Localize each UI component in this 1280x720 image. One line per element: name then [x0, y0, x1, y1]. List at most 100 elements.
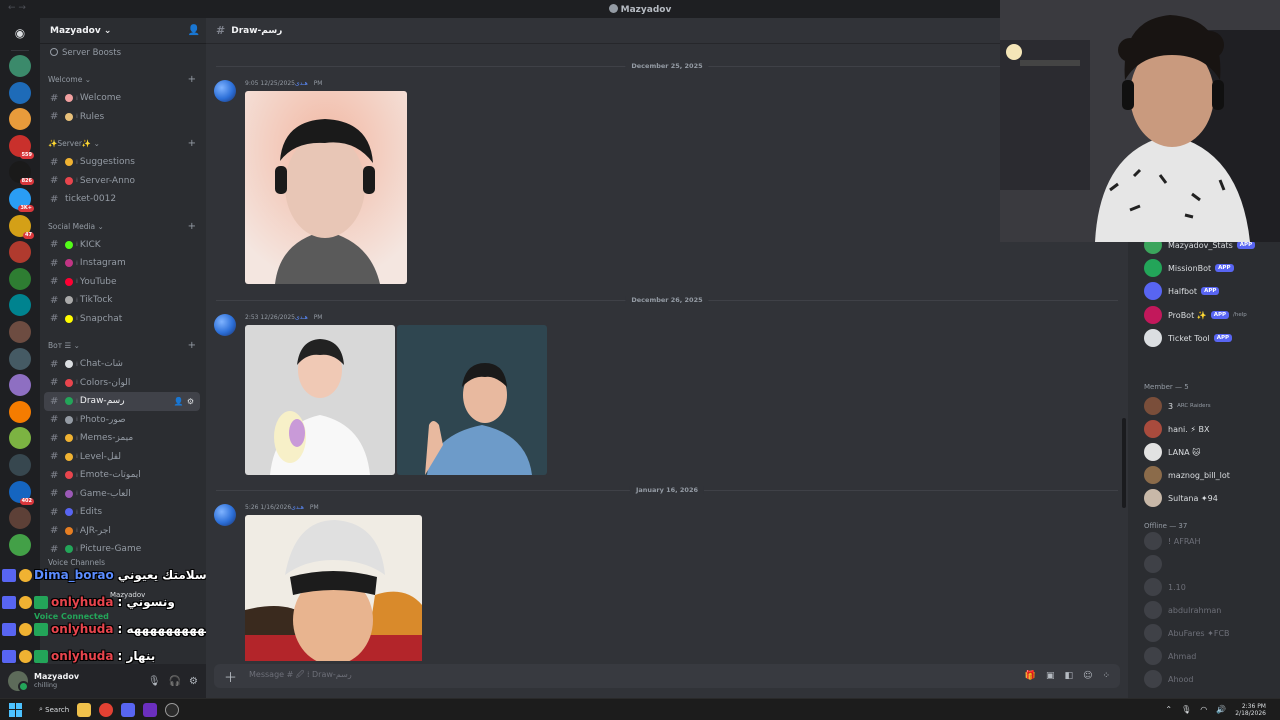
apps-icon[interactable]: ⁘ — [1102, 671, 1110, 681]
message-author[interactable]: هـدى — [295, 314, 308, 321]
channel-item[interactable]: # ⁞ Rules — [44, 108, 200, 127]
drawing-attachment[interactable] — [245, 325, 395, 475]
server-icon-5[interactable]: 826 — [9, 161, 34, 186]
server-icon-12[interactable] — [9, 347, 31, 370]
server-icon-2[interactable] — [9, 81, 31, 104]
server-icon-6[interactable]: 3K+ — [9, 187, 34, 212]
server-icon-10[interactable] — [9, 294, 31, 317]
chat-scrollbar[interactable] — [1122, 418, 1126, 508]
member-offline[interactable] — [1144, 555, 1168, 573]
channel-item[interactable]: # ⁞ YouTube — [44, 273, 200, 292]
server-header[interactable]: Mazyadov ⌄ 👤 — [40, 18, 206, 44]
user-panel-name[interactable]: Mazyadov — [34, 672, 140, 681]
server-icon-18[interactable] — [9, 507, 31, 530]
emoji-icon[interactable]: ☺ — [1083, 671, 1092, 681]
add-attachment-icon[interactable]: ＋ — [224, 667, 237, 686]
member-offline[interactable]: 1.10 — [1144, 578, 1186, 596]
channel-item[interactable]: # ⁞ Draw-رسم 👤 ⚙ — [44, 392, 200, 411]
channel-item[interactable]: # ⁞ Server-Anno — [44, 172, 200, 191]
channel-category[interactable]: Social Media ⌄ + — [40, 209, 206, 236]
add-channel-icon[interactable]: + — [188, 221, 196, 232]
channel-item[interactable]: # ⁞ Welcome — [44, 89, 200, 108]
member-offline[interactable]: Ahood — [1144, 670, 1193, 688]
message-author[interactable]: هـدى — [291, 504, 304, 511]
microphone-icon[interactable]: 🎙 — [148, 676, 161, 687]
gif-icon[interactable]: ▣ — [1046, 671, 1055, 681]
system-clock[interactable]: 2:36 PM 2/18/2026 — [1235, 703, 1266, 717]
channel-item[interactable]: # ⁞ Emote-ايموتات — [44, 466, 200, 485]
channel-item[interactable]: # ⁞ Level-لفل — [44, 448, 200, 467]
server-icon-7[interactable]: 47 — [9, 214, 34, 239]
discord-home-icon[interactable]: ◉ — [6, 22, 34, 44]
channel-item[interactable]: # ⁞ Memes-ميمز — [44, 429, 200, 448]
windows-start-icon[interactable] — [9, 702, 23, 717]
member-offline[interactable]: ! AFRAH — [1144, 532, 1201, 550]
channel-category[interactable]: ✨Server✨ ⌄ + — [40, 126, 206, 153]
member-online[interactable]: LANA 🐱 — [1144, 443, 1200, 461]
channel-item[interactable]: # ⁞ Instagram — [44, 254, 200, 273]
server-icon-17[interactable]: 402 — [9, 480, 34, 505]
channel-item[interactable]: # ⁞ Edits — [44, 503, 200, 522]
member-offline[interactable]: Ahmad — [1144, 647, 1196, 665]
author-avatar[interactable] — [214, 80, 236, 102]
drawing-attachment[interactable] — [397, 325, 547, 475]
channel-item[interactable]: # ⁞ AJR-اجر — [44, 522, 200, 541]
volume-icon[interactable]: 🔊 — [1216, 705, 1226, 714]
member-online[interactable]: hani. ⚡ BX — [1144, 420, 1209, 438]
message-author[interactable]: هـدى — [295, 80, 308, 87]
message-composer[interactable]: ＋ Message # 🖉 ⁞ Draw-رسم 🎁 ▣ ◧ ☺ ⁘ — [214, 664, 1120, 688]
gear-icon[interactable]: ⚙ — [189, 676, 198, 687]
server-icon-15[interactable] — [9, 427, 31, 450]
server-icon-14[interactable] — [9, 400, 31, 423]
author-avatar[interactable] — [214, 504, 236, 526]
add-member-icon[interactable]: 👤 — [188, 25, 200, 36]
channel-item[interactable]: # ⁞ KICK — [44, 236, 200, 255]
channel-item[interactable]: # ⁞ Colors-الوان — [44, 374, 200, 393]
server-icon-4[interactable]: 559 — [9, 134, 34, 159]
wifi-icon[interactable]: ◠ — [1200, 705, 1207, 714]
file-explorer-icon[interactable] — [77, 702, 92, 717]
gear-icon[interactable]: ⚙ — [187, 397, 194, 406]
gift-icon[interactable]: 🎁 — [1025, 671, 1036, 681]
server-icon-9[interactable] — [9, 267, 31, 290]
server-icon-3[interactable] — [9, 108, 31, 131]
server-icon-13[interactable] — [9, 374, 31, 397]
member-bot[interactable]: Halfbot APP — [1144, 282, 1220, 300]
add-channel-icon[interactable]: + — [188, 340, 196, 351]
channel-item[interactable]: # ⁞ Chat-شات — [44, 355, 200, 374]
add-channel-icon[interactable]: + — [188, 74, 196, 85]
channel-category[interactable]: Вот ☰ ⌄ + — [40, 328, 206, 355]
server-boosts-link[interactable]: Server Boosts — [40, 44, 206, 62]
member-bot[interactable]: ProBot ✨ APP/help — [1144, 306, 1247, 324]
obs-icon[interactable] — [165, 702, 180, 717]
member-offline[interactable]: AbuFares ✦FCB — [1144, 624, 1230, 642]
server-icon-1[interactable] — [9, 55, 31, 77]
taskbar-search[interactable]: ⌕ Search — [39, 705, 69, 714]
microphone-tray-icon[interactable]: 🎙 — [1181, 705, 1191, 714]
channel-category[interactable]: Welcome ⌄ + — [40, 62, 206, 89]
channel-item[interactable]: # ⁞ Snapchat — [44, 310, 200, 329]
author-avatar[interactable] — [214, 314, 236, 336]
server-icon-19[interactable] — [9, 533, 31, 556]
channel-item[interactable]: # ⁞ Photo-صور — [44, 411, 200, 430]
twitch-icon[interactable] — [143, 702, 158, 717]
channel-item[interactable]: # ⁞ TikTock — [44, 291, 200, 310]
sticker-icon[interactable]: ◧ — [1065, 671, 1074, 681]
member-online[interactable]: Sultana ✦94 — [1144, 489, 1218, 507]
add-channel-icon[interactable]: + — [188, 138, 196, 149]
headphones-icon[interactable]: 🎧 — [169, 676, 181, 687]
server-icon-16[interactable] — [9, 453, 31, 476]
member-online[interactable]: 3 ARC Raiders — [1144, 397, 1211, 415]
channel-item[interactable]: # ⁞ Suggestions — [44, 153, 200, 172]
drawing-attachment[interactable] — [245, 515, 422, 661]
invite-icon[interactable]: 👤 — [174, 397, 184, 406]
user-avatar[interactable] — [8, 671, 29, 692]
drawing-attachment[interactable] — [245, 91, 407, 284]
member-online[interactable]: maznog_bill_lot — [1144, 466, 1230, 484]
server-icon-8[interactable] — [9, 241, 31, 264]
discord-taskbar-icon[interactable] — [121, 702, 136, 717]
member-bot[interactable]: MissionBot APP — [1144, 259, 1234, 277]
member-bot[interactable]: Ticket Tool APP — [1144, 329, 1233, 347]
chrome-icon[interactable] — [99, 702, 114, 717]
tray-chevron-icon[interactable]: ⌃ — [1165, 705, 1172, 714]
